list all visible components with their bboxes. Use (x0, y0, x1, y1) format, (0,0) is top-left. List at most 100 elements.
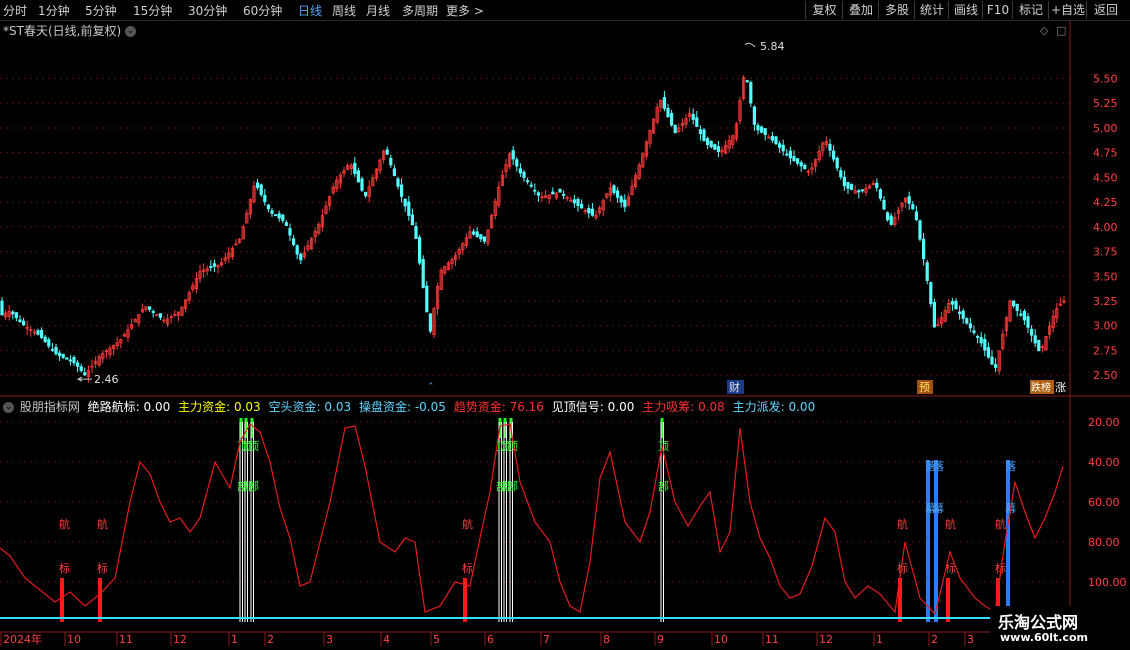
candle-body (414, 226, 418, 239)
candle-body (612, 185, 616, 193)
candle-body (853, 190, 857, 194)
draw-line-button[interactable]: 画线 (948, 1, 983, 19)
watermark-name: 乐淘公式网 (998, 613, 1079, 632)
candle-body (432, 308, 436, 336)
top-signal-bar (244, 418, 248, 438)
candle-body (954, 300, 958, 310)
period-tab-30min[interactable]: 30分钟 (188, 2, 227, 19)
candle-body (353, 162, 357, 175)
candle-body (425, 285, 429, 313)
stock-title[interactable]: *ST春天(日线,前复权) ⌄ (3, 22, 136, 39)
period-tab-weekly[interactable]: 周线 (332, 2, 356, 19)
top-signal-label: 部 (242, 479, 253, 493)
indicator-tick-label: 20.00 (1088, 416, 1120, 429)
period-tab-minute[interactable]: 分时 (3, 2, 27, 19)
period-tab-1min[interactable]: 1分钟 (38, 2, 70, 19)
period-tab-more[interactable]: 更多 > (446, 2, 484, 19)
candle-body (875, 182, 879, 189)
candle-body (986, 347, 991, 358)
chevron-down-icon[interactable]: ⌄ (124, 26, 136, 37)
candle-body (176, 311, 180, 316)
nav-signal-label: 航 (97, 517, 108, 531)
candle-body (500, 174, 505, 186)
candle-body (623, 199, 627, 208)
f10-button[interactable]: F10 (982, 1, 1013, 19)
candle-body (670, 113, 674, 126)
top-signal-label: 顶 (237, 440, 248, 453)
candle-body (929, 282, 933, 305)
indicator-name[interactable]: 股朋指标网 (20, 400, 80, 414)
diamond-icon[interactable]: ◇ (1040, 24, 1049, 37)
period-tab-5min[interactable]: 5分钟 (85, 2, 117, 19)
period-tab-multi[interactable]: 多周期 (402, 2, 438, 19)
candle-body (572, 199, 577, 204)
candle-body (396, 178, 400, 187)
candle-body (133, 319, 137, 323)
indicator-item: 主力派发: 0.00 (733, 400, 816, 414)
x-axis-label: 7 (543, 633, 550, 646)
indicator-item-label: 主力吸筹: (642, 400, 695, 414)
indicator-item-value: 0.00 (143, 400, 171, 414)
x-axis-label: 8 (603, 633, 610, 646)
candle-body (219, 261, 224, 266)
candle-body (194, 278, 198, 289)
candle-body (569, 199, 573, 202)
candle-body (608, 187, 613, 196)
candle-body (1062, 300, 1066, 303)
candle-body (371, 177, 375, 187)
candle-body (965, 318, 969, 324)
top-signal-bar (498, 418, 502, 438)
overlay-button[interactable]: 叠加 (842, 1, 879, 19)
dist-signal-label: 落 (925, 460, 936, 473)
period-tab-15min[interactable]: 15分钟 (133, 2, 172, 19)
chevron-down-icon[interactable]: ⌄ (3, 402, 14, 413)
indicator-item-label: 绝路航标: (87, 400, 140, 414)
candle-body (1058, 303, 1062, 306)
restore-rights-button[interactable]: 复权 (805, 1, 843, 19)
indicator-item: 主力吸筹: 0.08 (642, 400, 725, 414)
candle-body (767, 136, 771, 139)
close-icon[interactable]: □ (1056, 24, 1066, 37)
candle-body (309, 238, 314, 250)
indicator-item: 绝路航标: 0.00 (88, 400, 171, 414)
candle-body (464, 237, 469, 246)
stats-button[interactable]: 统计 (914, 1, 949, 19)
top-signal-label: 顶 (507, 440, 518, 453)
multi-stock-button[interactable]: 多股 (878, 1, 915, 19)
mark-button[interactable]: 标记 (1012, 1, 1049, 19)
back-button[interactable]: 返回 (1086, 1, 1125, 19)
top-signal-label: 顶 (501, 440, 512, 453)
dist-signal-bar (1006, 460, 1010, 622)
candle-body (868, 185, 872, 189)
candle-body (1008, 300, 1012, 322)
indicator-item: 空头资金: 0.03 (269, 400, 352, 414)
candle-body (720, 149, 724, 153)
candle-body (932, 302, 937, 328)
candle-body (796, 158, 800, 164)
candle-body (731, 135, 735, 145)
candle-body (842, 176, 847, 187)
candle-body (255, 182, 260, 188)
period-tab-monthly[interactable]: 月线 (366, 2, 390, 19)
indicator-tick-label: 60.00 (1088, 496, 1120, 509)
candle-body (907, 196, 911, 204)
candle-body (515, 159, 519, 167)
nav-signal-bar (946, 578, 950, 622)
period-tab-60min[interactable]: 60分钟 (243, 2, 282, 19)
candle-body (839, 170, 843, 178)
indicator-tick-label: 100.00 (1088, 576, 1127, 589)
candle-body (58, 352, 62, 357)
price-tick-label: 4.00 (1093, 221, 1118, 234)
candle-body (900, 202, 904, 208)
candle-body (302, 252, 307, 258)
chart-canvas[interactable]: 航标 航标 航标 航标 航标 航标 顶部 顶部 顶部 顶部 顶部 顶部 顶部 落幕 落幕 落幕 2.50 2.7… (0, 0, 1130, 650)
period-tab-daily[interactable]: 日线 (298, 2, 322, 19)
add-watchlist-button[interactable]: +自选 (1048, 1, 1087, 19)
candle-body (201, 269, 206, 273)
indicator-item-value: 76.16 (509, 400, 544, 414)
candle-body (684, 117, 688, 125)
indicator-item-label: 空头资金: (268, 400, 321, 414)
candle-body (756, 125, 760, 131)
indicator-item-label: 主力资金: (178, 400, 231, 414)
candle-body (295, 245, 299, 255)
